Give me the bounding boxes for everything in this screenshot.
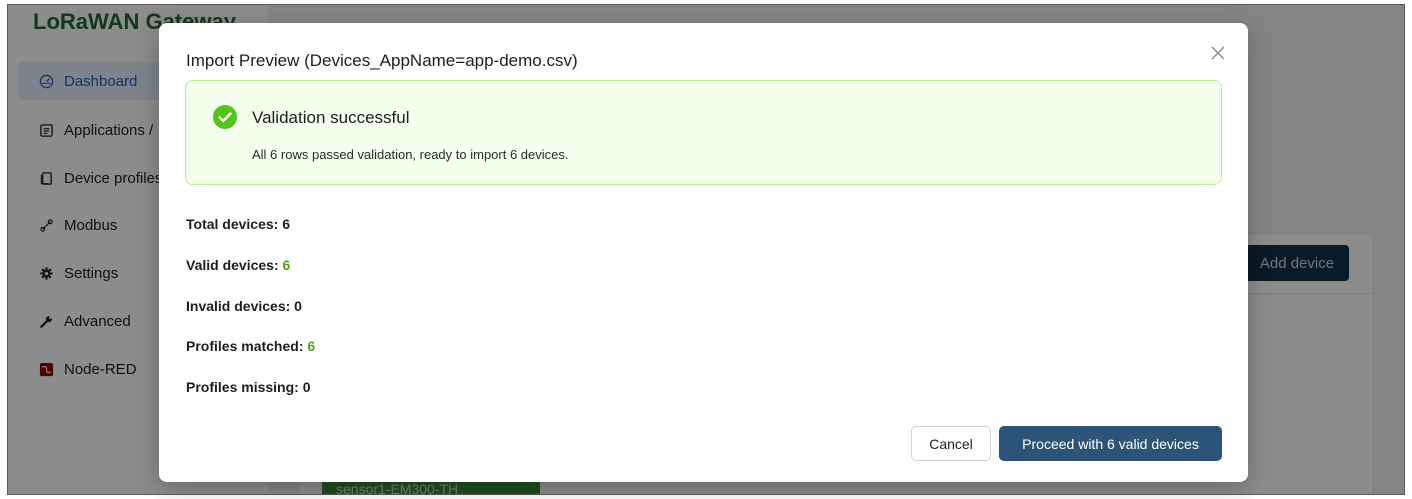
stat-label: Invalid devices: — [186, 298, 291, 314]
check-circle-icon — [213, 105, 237, 129]
validation-alert: Validation successful All 6 rows passed … — [185, 80, 1222, 185]
stat-valid-devices: Valid devices: 6 — [186, 257, 290, 273]
stat-value: 0 — [294, 298, 302, 314]
stat-label: Profiles matched: — [186, 338, 304, 354]
stat-label: Valid devices: — [186, 257, 279, 273]
stat-profiles-matched: Profiles matched: 6 — [186, 338, 315, 354]
stat-value: 6 — [307, 338, 316, 354]
cancel-button[interactable]: Cancel — [911, 426, 991, 461]
stat-value: 6 — [282, 257, 291, 273]
close-icon[interactable] — [1206, 41, 1230, 65]
stat-profiles-missing: Profiles missing: 0 — [186, 379, 311, 395]
alert-title: Validation successful — [252, 108, 410, 127]
stat-value: 6 — [282, 216, 291, 232]
stat-value: 0 — [302, 379, 311, 395]
stat-invalid-devices: Invalid devices: 0 — [186, 298, 302, 314]
proceed-button[interactable]: Proceed with 6 valid devices — [999, 426, 1222, 461]
import-preview-modal: Import Preview (Devices_AppName=app-demo… — [159, 23, 1248, 482]
stat-total-devices: Total devices: 6 — [186, 216, 290, 232]
alert-description: All 6 rows passed validation, ready to i… — [252, 147, 569, 162]
stat-label: Profiles missing: — [186, 379, 299, 395]
stat-label: Total devices: — [186, 216, 279, 232]
modal-title: Import Preview (Devices_AppName=app-demo… — [186, 51, 578, 70]
